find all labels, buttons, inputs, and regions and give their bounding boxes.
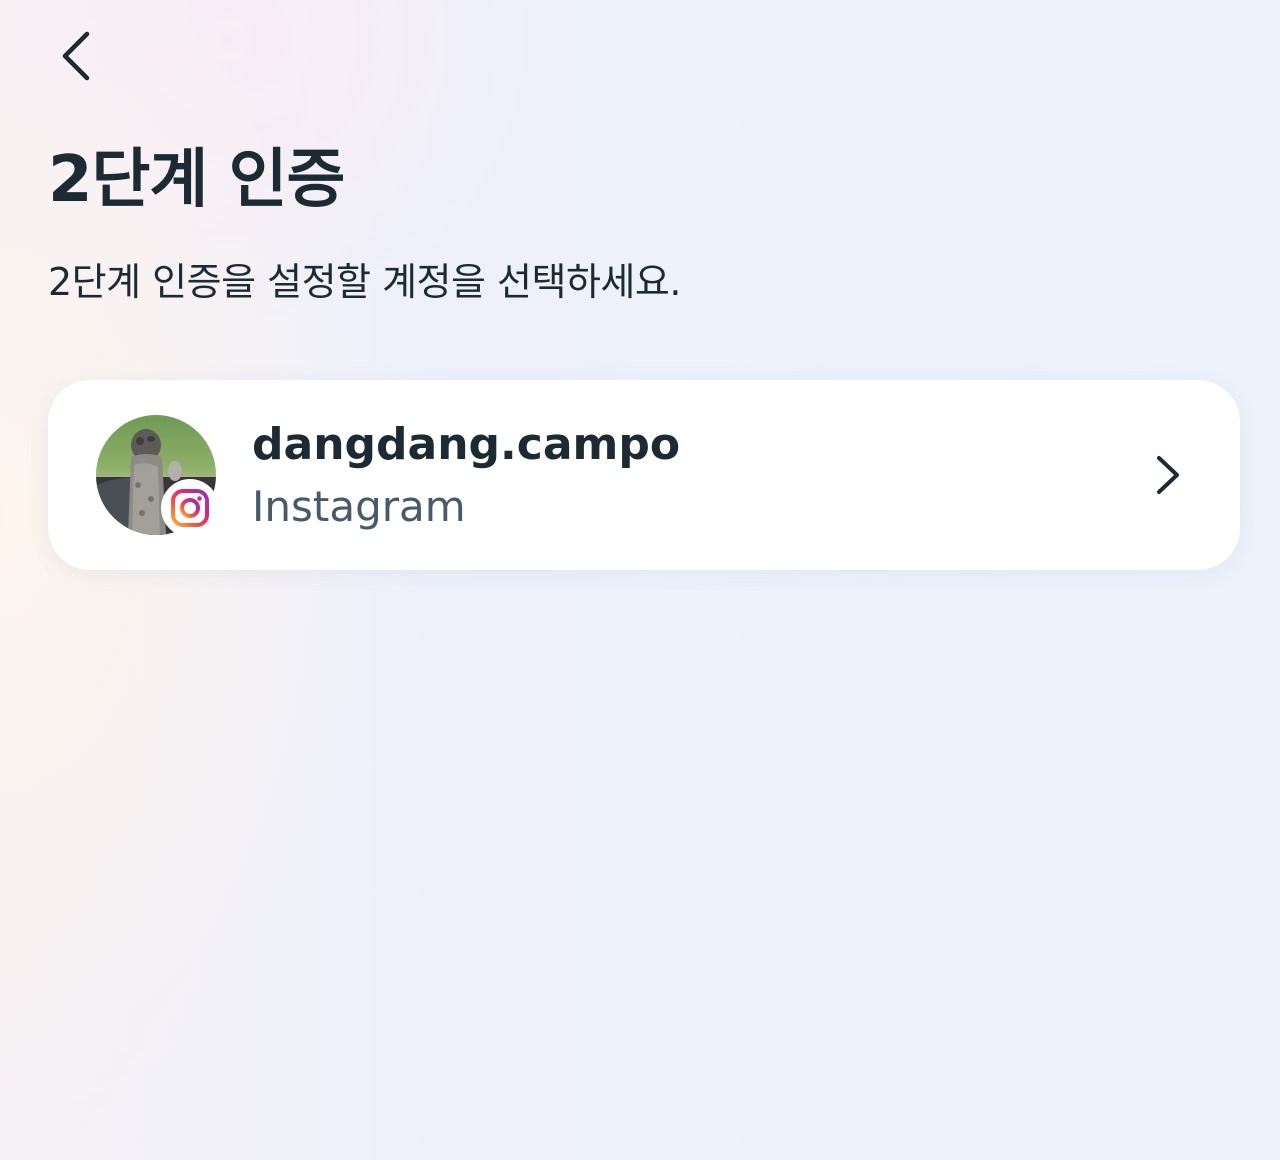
account-username: dangdang.campo [252,419,681,470]
chevron-left-icon [62,31,90,81]
instagram-icon [171,489,209,527]
platform-badge [161,479,219,537]
account-platform: Instagram [252,482,466,531]
account-card[interactable]: dangdang.campo Instagram [48,380,1240,570]
back-button[interactable] [44,22,108,90]
page-title: 2단계 인증 [48,143,345,217]
page-subtitle: 2단계 인증을 설정할 계정을 선택하세요. [48,260,681,304]
avatar-container [96,415,219,537]
chevron-right-icon [1144,450,1192,500]
